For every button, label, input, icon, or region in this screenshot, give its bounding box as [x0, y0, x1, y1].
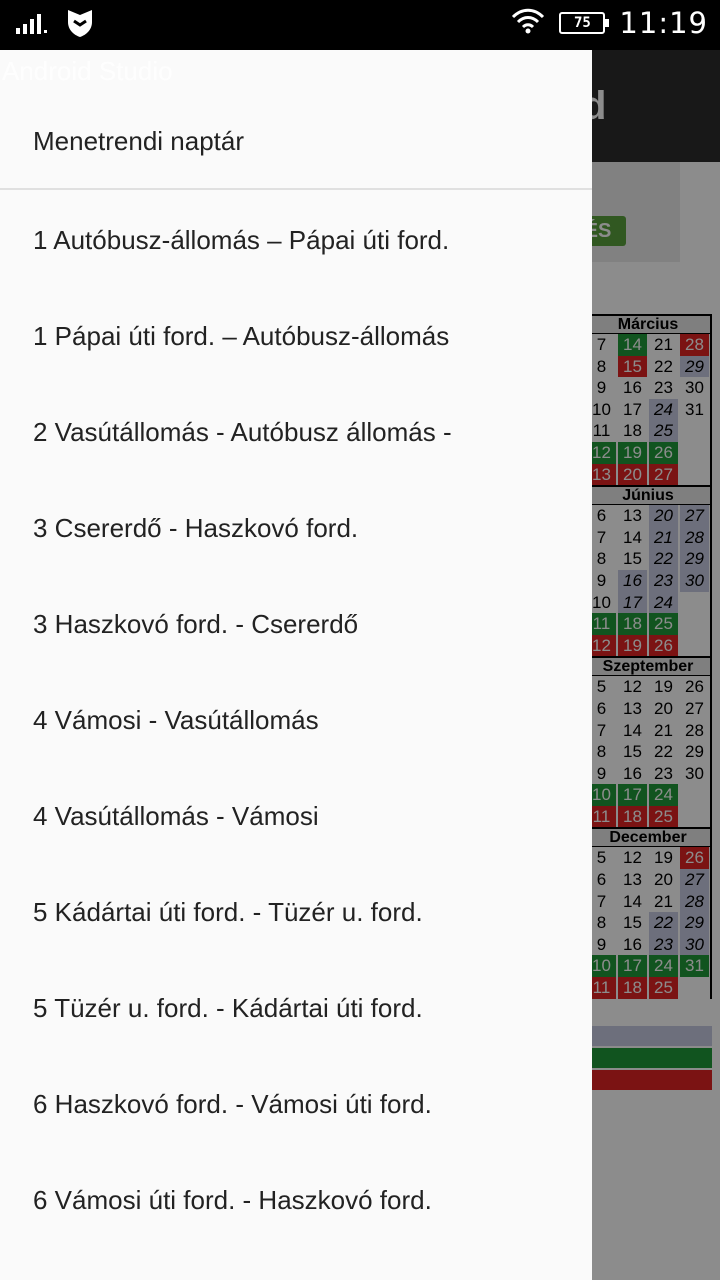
navigation-drawer: Android Studio Menetrendi naptár 1 Autób… — [0, 50, 592, 1280]
menu-item-route[interactable]: 6 Vámosi úti ford. - Haszkovó ford. — [0, 1152, 592, 1248]
drawer-title: Menetrendi naptár — [33, 126, 245, 156]
status-bar: 75 11:19 — [0, 0, 720, 50]
menu-item-route[interactable]: 4 Vámosi - Vasútállomás — [0, 672, 592, 768]
wifi-icon — [511, 8, 545, 38]
clock: 11:19 — [619, 6, 708, 40]
menu-item-route[interactable]: 3 Haszkovó ford. - Csererdő — [0, 576, 592, 672]
app-title-ghost: Android Studio — [2, 56, 173, 86]
menu-item-route[interactable]: 2 Vasútállomás - Autóbusz állomás - — [0, 384, 592, 480]
menu-item-route[interactable]: 5 Tüzér u. ford. - Kádártai úti ford. — [0, 960, 592, 1056]
battery-icon: 75 — [559, 12, 610, 34]
menu-item-route[interactable]: 1 Pápai úti ford. – Autóbusz-állomás — [0, 288, 592, 384]
shield-icon — [66, 8, 94, 42]
menu-item-route[interactable]: 1 Autóbusz-állomás – Pápai úti ford. — [0, 192, 592, 288]
drawer-header: Menetrendi naptár — [0, 112, 592, 190]
menu-item-route[interactable]: 5 Kádártai úti ford. - Tüzér u. ford. — [0, 864, 592, 960]
menu-item-route[interactable]: 3 Csererdő - Haszkovó ford. — [0, 480, 592, 576]
menu-item-route[interactable]: 4 Vasútállomás - Vámosi — [0, 768, 592, 864]
route-menu: 1 Autóbusz-állomás – Pápai úti ford. 1 P… — [0, 192, 592, 1248]
menu-item-route[interactable]: 6 Haszkovó ford. - Vámosi úti ford. — [0, 1056, 592, 1152]
signal-icon — [16, 12, 48, 38]
